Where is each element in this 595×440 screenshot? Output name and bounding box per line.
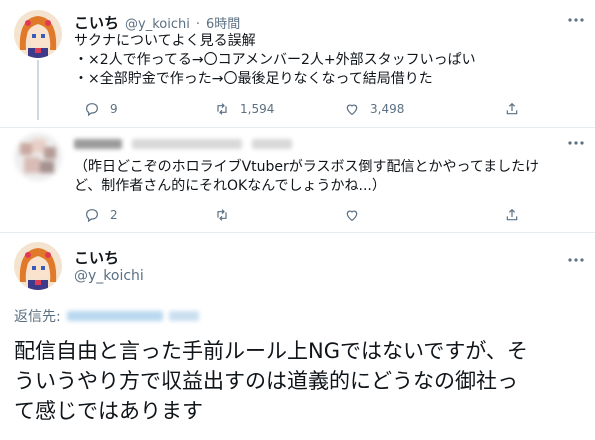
tweet-line: ・×2人で作ってる→〇コアメンバー2人+外部スタッフいっぱい — [74, 52, 476, 68]
reply-to-blurred[interactable] — [66, 311, 199, 321]
avatar[interactable] — [14, 242, 62, 290]
retweet-icon — [217, 103, 227, 115]
separator: · — [195, 17, 200, 32]
more-icon[interactable] — [566, 250, 586, 274]
divider — [0, 127, 595, 128]
share-icon — [506, 208, 518, 221]
like-icon — [346, 210, 358, 222]
timestamp[interactable]: 6時間 — [206, 13, 240, 32]
share-button[interactable] — [504, 101, 520, 117]
more-icon[interactable] — [566, 133, 586, 157]
more-icon[interactable] — [566, 10, 586, 34]
handle[interactable]: @y_koichi — [125, 17, 190, 32]
tweet-text: （昨日どこぞのホロライブVtuberがラスボス倒す配信とかやってましたけ ど、制… — [74, 158, 579, 196]
divider — [0, 232, 595, 233]
reply-count: 9 — [110, 102, 118, 116]
reply-to-label: 返信先: — [14, 309, 61, 325]
tweet-line: ういうやり方で収益出すのは道義的にどうなの御社っ — [14, 369, 518, 393]
display-name[interactable]: こいち — [74, 12, 119, 33]
author-blurred[interactable] — [74, 139, 292, 149]
tweet-line: ど、制作者さん的にそれOKなんでしょうかね...） — [74, 178, 386, 194]
retweet-count: 1,594 — [240, 102, 275, 116]
share-button[interactable] — [504, 207, 520, 223]
reply-icon — [86, 103, 98, 117]
reply-icon — [86, 209, 98, 223]
reply-button[interactable]: 2 — [84, 207, 214, 223]
tweet-line: サクナについてよく見る誤解 — [74, 33, 256, 49]
like-icon — [346, 104, 358, 116]
tweet-line: て感じではあります — [14, 399, 203, 423]
reply-button[interactable]: 9 — [84, 101, 214, 117]
tweet-actions: 9 1,594 3,498 — [84, 101, 520, 117]
thread-line — [37, 60, 39, 120]
tweet-line: （昨日どこぞのホロライブVtuberがラスボス倒す配信とかやってましたけ — [74, 159, 540, 175]
tweet-line: 配信自由と言った手前ルール上NGではないですが、そ — [14, 339, 528, 363]
retweet-icon — [217, 209, 227, 221]
like-button[interactable]: 3,498 — [344, 101, 504, 117]
reply-count: 2 — [110, 208, 118, 222]
display-name[interactable]: こいち — [74, 247, 119, 268]
like-count: 3,498 — [370, 102, 405, 116]
tweet-text: サクナについてよく見る誤解 ・×2人で作ってる→〇コアメンバー2人+外部スタッフ… — [74, 32, 574, 89]
tweet-actions: 2 — [84, 207, 520, 223]
avatar-blurred[interactable] — [14, 133, 62, 181]
avatar[interactable] — [14, 10, 62, 58]
handle[interactable]: @y_koichi — [74, 268, 144, 284]
share-icon — [506, 102, 518, 115]
retweet-button[interactable] — [214, 207, 344, 223]
tweet-line: ・×全部貯金で作った→〇最後足りなくなって結局借りた — [74, 71, 433, 87]
tweet-text-large: 配信自由と言った手前ルール上NGではないですが、そ ういうやり方で収益出すのは道… — [14, 336, 589, 426]
like-button[interactable] — [344, 207, 504, 223]
retweet-button[interactable]: 1,594 — [214, 101, 344, 117]
